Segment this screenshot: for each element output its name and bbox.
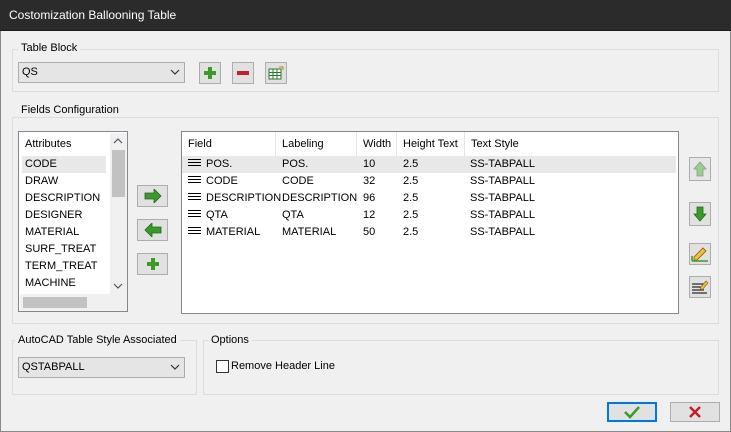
- cell-width: 10: [363, 158, 376, 170]
- title-bar: Costomization Ballooning Table: [0, 0, 731, 31]
- table-block-label: Table Block: [18, 42, 81, 55]
- attributes-vertical-scrollbar[interactable]: [110, 133, 127, 294]
- plus-icon: [146, 258, 159, 270]
- text-lines-icon: [188, 176, 201, 187]
- column-header-height-text[interactable]: Height Text: [397, 132, 465, 156]
- cell-width: 32: [363, 175, 376, 187]
- fields-configuration-label: Fields Configuration: [18, 104, 122, 117]
- table-row[interactable]: CODE CODE 32 2.5 SS-TABPALL: [182, 173, 676, 190]
- text-lines-icon: [188, 193, 201, 204]
- scroll-thumb[interactable]: [112, 150, 125, 197]
- move-right-button[interactable]: [137, 185, 168, 207]
- chevron-down-icon: [170, 364, 180, 370]
- window-title: Costomization Ballooning Table: [9, 8, 177, 22]
- edit-field-button[interactable]: [689, 243, 711, 265]
- text-edit-icon: [692, 280, 709, 294]
- cell-field: MATERIAL: [206, 226, 261, 238]
- cell-style: SS-TABPALL: [470, 175, 536, 187]
- text-lines-icon: [188, 227, 201, 238]
- autocad-style-value: QSTABPALL: [22, 361, 85, 373]
- arrow-right-icon: [144, 189, 162, 203]
- move-down-button[interactable]: [689, 202, 711, 226]
- cell-style: SS-TABPALL: [470, 158, 536, 170]
- attribute-item-designer[interactable]: DESIGNER: [22, 207, 106, 224]
- checkmark-icon: [624, 406, 640, 419]
- move-left-button[interactable]: [137, 219, 168, 241]
- arrow-down-icon: [693, 206, 707, 222]
- table-row[interactable]: POS. POS. 10 2.5 SS-TABPALL: [182, 156, 676, 173]
- text-lines-icon: [188, 159, 201, 170]
- minus-icon: [237, 71, 249, 75]
- remove-header-label[interactable]: Remove Header Line: [231, 360, 335, 372]
- cell-field: QTA: [206, 209, 228, 221]
- move-up-button[interactable]: [689, 157, 711, 181]
- cell-height: 2.5: [403, 209, 419, 221]
- add-table-button[interactable]: [199, 62, 221, 84]
- text-lines-icon: [188, 210, 201, 221]
- arrow-left-icon: [143, 223, 161, 237]
- cell-height: 2.5: [403, 226, 419, 238]
- scroll-up-icon[interactable]: [113, 137, 123, 145]
- cell-style: SS-TABPALL: [470, 226, 536, 238]
- table-edit-icon: [268, 66, 284, 80]
- attributes-header: Attributes: [25, 138, 72, 150]
- chevron-down-icon: [170, 69, 180, 75]
- remove-header-checkbox[interactable]: [216, 360, 229, 373]
- options-label: Options: [208, 334, 252, 347]
- cell-labeling: QTA: [282, 209, 304, 221]
- attribute-item-description[interactable]: DESCRIPTION: [22, 190, 106, 207]
- cell-style: SS-TABPALL: [470, 192, 536, 204]
- table-row[interactable]: DESCRIPTION DESCRIPTION 96 2.5 SS-TABPAL…: [182, 190, 676, 207]
- cancel-button[interactable]: [670, 402, 720, 422]
- cell-field: POS.: [206, 158, 233, 170]
- arrow-up-icon: [693, 161, 707, 177]
- attribute-item-surf-treat[interactable]: SURF_TREAT: [22, 241, 106, 258]
- cell-style: SS-TABPALL: [470, 209, 536, 221]
- cell-field: CODE: [206, 175, 238, 187]
- ok-button[interactable]: [607, 402, 657, 422]
- column-header-width[interactable]: Width: [357, 132, 397, 156]
- attribute-item-machine[interactable]: MACHINE: [22, 275, 106, 292]
- attribute-item-material[interactable]: MATERIAL: [22, 224, 106, 241]
- attribute-item-draw[interactable]: DRAW: [22, 173, 106, 190]
- cell-labeling: POS.: [282, 158, 309, 170]
- edit-text-button[interactable]: [689, 276, 711, 298]
- cell-width: 12: [363, 209, 376, 221]
- pencil-edit-icon: [691, 247, 708, 262]
- cell-field: DESCRIPTION: [206, 192, 282, 204]
- table-block-select[interactable]: QS: [18, 62, 185, 83]
- table-row[interactable]: QTA QTA 12 2.5 SS-TABPALL: [182, 207, 676, 224]
- edit-table-button[interactable]: [265, 62, 287, 84]
- scroll-down-icon[interactable]: [113, 282, 123, 290]
- attributes-horizontal-scrollbar[interactable]: [20, 294, 127, 311]
- cell-labeling: CODE: [282, 175, 314, 187]
- autocad-style-select[interactable]: QSTABPALL: [18, 357, 185, 378]
- table-block-value: QS: [22, 66, 38, 78]
- cell-width: 96: [363, 192, 376, 204]
- attribute-item-term-treat[interactable]: TERM_TREAT: [22, 258, 106, 275]
- cell-labeling: DESCRIPTION: [282, 192, 358, 204]
- plus-icon: [204, 67, 216, 79]
- column-header-labeling[interactable]: Labeling: [276, 132, 357, 156]
- close-icon: [689, 406, 701, 418]
- cell-width: 50: [363, 226, 376, 238]
- remove-table-button[interactable]: [232, 62, 254, 84]
- column-header-field[interactable]: Field: [182, 132, 276, 156]
- attribute-item-code[interactable]: CODE: [22, 156, 106, 173]
- cell-labeling: MATERIAL: [282, 226, 337, 238]
- table-row[interactable]: MATERIAL MATERIAL 50 2.5 SS-TABPALL: [182, 224, 676, 241]
- cell-height: 2.5: [403, 158, 419, 170]
- cell-height: 2.5: [403, 192, 419, 204]
- hscroll-thumb[interactable]: [23, 297, 87, 308]
- column-header-text-style[interactable]: Text Style: [465, 132, 565, 156]
- attributes-list[interactable]: Attributes CODE DRAW DESCRIPTION DESIGNE…: [18, 131, 128, 312]
- add-field-button[interactable]: [137, 253, 168, 275]
- cell-height: 2.5: [403, 175, 419, 187]
- autocad-style-label: AutoCAD Table Style Associated: [15, 334, 180, 347]
